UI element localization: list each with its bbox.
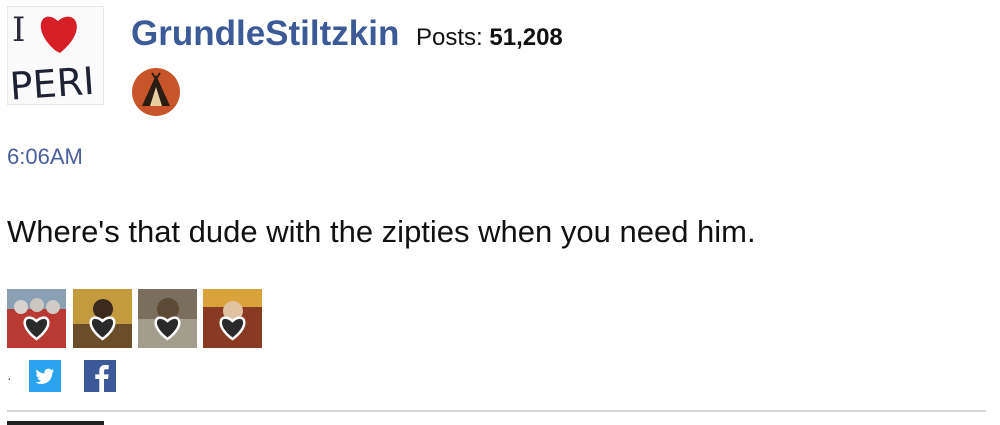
post-divider bbox=[7, 410, 986, 412]
reaction-item[interactable] bbox=[73, 289, 132, 348]
reaction-item[interactable] bbox=[203, 289, 262, 348]
reaction-item[interactable] bbox=[138, 289, 197, 348]
teepee-rank-badge-icon bbox=[131, 67, 181, 117]
username-link[interactable]: GrundleStiltzkin bbox=[131, 14, 399, 54]
posts-label: Posts: bbox=[416, 24, 483, 51]
post-count: Posts: 51,208 bbox=[416, 24, 563, 52]
avatar-text-bottom: PERI bbox=[8, 59, 95, 105]
reaction-item[interactable] bbox=[7, 289, 66, 348]
next-post-avatar-edge bbox=[7, 421, 104, 425]
posts-count-value: 51,208 bbox=[489, 24, 563, 51]
twitter-icon bbox=[35, 368, 54, 384]
share-separator: · bbox=[7, 370, 12, 386]
facebook-icon bbox=[95, 364, 109, 392]
post-timestamp-link[interactable]: 6:06AM bbox=[7, 144, 83, 170]
post-body: Where's that dude with the zipties when … bbox=[7, 214, 756, 249]
user-avatar[interactable]: I PERI bbox=[7, 6, 104, 105]
share-twitter-button[interactable] bbox=[29, 360, 61, 392]
avatar-image: I PERI bbox=[8, 7, 103, 105]
avatar-text-top: I bbox=[12, 10, 25, 50]
share-facebook-button[interactable] bbox=[84, 360, 116, 392]
